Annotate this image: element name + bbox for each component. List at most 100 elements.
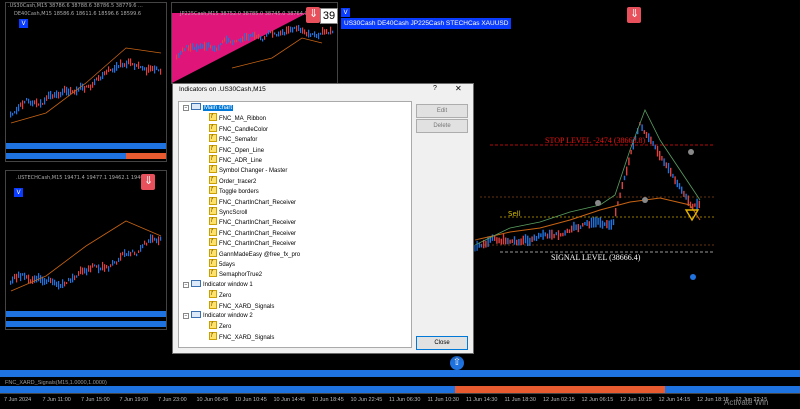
close-icon[interactable]: ✕ bbox=[455, 84, 462, 93]
mini-chart-us30-badge[interactable]: V bbox=[19, 19, 28, 28]
indicator-function-icon bbox=[209, 237, 217, 247]
tree-indicator-item[interactable]: FNC_ChartInChart_Receiver bbox=[209, 237, 296, 248]
candle bbox=[612, 219, 615, 226]
tree-indicator-item[interactable]: Toggle borders bbox=[209, 185, 259, 196]
mini-candle bbox=[122, 251, 124, 256]
mini-candle bbox=[40, 275, 42, 284]
mini-candle bbox=[84, 86, 86, 93]
tree-window-0[interactable]: − Main chart bbox=[183, 103, 234, 113]
tree-indicator-item[interactable]: FNC_MA_Ribbon bbox=[209, 112, 266, 123]
indicator-function-icon bbox=[209, 154, 217, 164]
tree-indicator-item[interactable]: FNC_ChartInChart_Receiver bbox=[209, 196, 296, 207]
mini-candle bbox=[270, 30, 272, 34]
mini-candle bbox=[16, 106, 18, 115]
mini-candle bbox=[134, 251, 136, 256]
mini-candle bbox=[90, 265, 92, 273]
mini-candle bbox=[138, 250, 140, 253]
mini-candle bbox=[312, 33, 314, 36]
time-axis: 7 Jun 2024 7 Jun 11:00 7 Jun 15:00 7 Jun 19… bbox=[0, 393, 800, 409]
symbol-changer[interactable]: US30Cash DE40Cash JP225Cash STECHCas XAU… bbox=[341, 18, 512, 29]
tree-indicator-item[interactable]: FNC_ChartInChart_Receiver bbox=[209, 227, 296, 238]
indicator-function-icon bbox=[209, 320, 217, 330]
scroll-up-icon[interactable]: ⇧ bbox=[450, 356, 464, 370]
mini-candle bbox=[240, 37, 242, 43]
mini-candle bbox=[206, 42, 208, 51]
tree-indicator-label: FNC_XARD_Signals bbox=[219, 334, 275, 341]
help-button[interactable]: ? bbox=[433, 85, 437, 92]
collapse-icon[interactable]: − bbox=[183, 281, 189, 288]
tree-indicator-item[interactable]: Symbol Changer - Master bbox=[209, 164, 287, 175]
mini-candle bbox=[106, 69, 108, 75]
candle bbox=[694, 203, 696, 207]
main-chart-badge[interactable]: V bbox=[341, 8, 350, 17]
edit-button[interactable]: Edit bbox=[416, 104, 468, 118]
tree-indicator-item[interactable]: GannMadeEasy @free_fx_pro bbox=[209, 248, 300, 259]
mini-candle bbox=[230, 40, 232, 44]
tree-window-2[interactable]: − Indicator window 2 bbox=[183, 311, 253, 321]
collapse-icon[interactable]: − bbox=[183, 105, 189, 111]
tree-indicator-item[interactable]: FNC_Semafor bbox=[209, 133, 257, 144]
candle bbox=[551, 229, 553, 240]
time-axis-label: 12 Jun 02:15 bbox=[543, 397, 575, 403]
symbol-xauusd[interactable]: XAUUSD bbox=[481, 20, 508, 27]
mini-candle bbox=[146, 242, 148, 246]
mini-candle bbox=[120, 252, 122, 261]
signal-text: Sell bbox=[508, 210, 521, 218]
candle bbox=[527, 235, 529, 247]
mini-candle bbox=[196, 43, 198, 52]
tree-indicator-item[interactable]: FNC_Open_Line bbox=[209, 144, 264, 155]
time-axis-label: 10 Jun 14:45 bbox=[273, 397, 306, 403]
mini-chart-ustech[interactable]: V bbox=[5, 170, 167, 330]
semafor-dot-3 bbox=[642, 197, 648, 203]
mini-candle bbox=[46, 279, 48, 285]
tree-indicator-item[interactable]: SyncScroll bbox=[209, 206, 247, 217]
indicator-function-icon bbox=[209, 216, 217, 226]
mini-candle bbox=[328, 31, 330, 35]
mini-candle bbox=[44, 97, 46, 105]
mini-candle bbox=[266, 33, 268, 37]
symbol-us30[interactable]: US30Cash bbox=[344, 20, 375, 27]
time-axis-label: 7 Jun 15:00 bbox=[81, 397, 110, 403]
candle bbox=[626, 166, 628, 176]
mini-candle bbox=[140, 244, 142, 252]
mini-candle bbox=[94, 264, 96, 267]
mini-chart-ustech-badge[interactable]: V bbox=[14, 188, 23, 197]
mini-candle bbox=[184, 47, 186, 52]
mini-candle bbox=[110, 68, 112, 72]
tree-indicator-item[interactable]: Order_tracer2 bbox=[209, 175, 256, 186]
candle bbox=[516, 239, 518, 246]
mini-candle bbox=[18, 104, 20, 112]
tree-indicator-item[interactable]: FNC_CandleColor bbox=[209, 123, 268, 134]
mini-candle bbox=[100, 267, 102, 271]
symbol-ustech[interactable]: STECHCas bbox=[446, 20, 480, 27]
mini-candle bbox=[318, 32, 320, 40]
delete-button[interactable]: Delete bbox=[416, 119, 468, 133]
candle bbox=[604, 222, 606, 226]
collapse-icon[interactable]: − bbox=[183, 313, 189, 319]
symbol-jp225[interactable]: JP225Cash bbox=[411, 20, 445, 27]
indicators-dialog: Indicators on .US30Cash,M15 ? ✕ − Main ch… bbox=[172, 83, 474, 354]
tree-indicator-item[interactable]: SemaphorTrue2 bbox=[209, 268, 262, 279]
close-button[interactable]: Close bbox=[416, 336, 468, 350]
tree-indicator-item[interactable]: 5days bbox=[209, 258, 235, 269]
tree-indicator-item[interactable]: FNC_XARD_Signals bbox=[209, 331, 275, 342]
time-axis-label: 11 Jun 14:30 bbox=[466, 397, 498, 403]
mini-candle bbox=[28, 274, 30, 284]
tree-indicator-item[interactable]: FNC_ADR_Line bbox=[209, 154, 262, 165]
mini-candle bbox=[112, 260, 114, 266]
candle bbox=[648, 133, 650, 143]
indicator-tree[interactable]: − Main chart FNC_MA_Ribbon FNC_CandleColor F… bbox=[178, 101, 412, 348]
tree-window-1[interactable]: − Indicator window 1 bbox=[183, 279, 253, 290]
time-axis-label: 10 Jun 22:45 bbox=[350, 397, 383, 403]
candle bbox=[579, 225, 582, 229]
semafor-dot-1 bbox=[688, 149, 694, 155]
mini-candle bbox=[300, 27, 302, 33]
symbol-de40[interactable]: DE40Cash bbox=[377, 20, 408, 27]
candle bbox=[641, 124, 643, 132]
tree-indicator-item[interactable]: FNC_XARD_Signals bbox=[209, 300, 274, 311]
mini-chart-jp225-title: JP225Cash,M15 38752.0 38785.0 38745.0 38… bbox=[180, 11, 308, 17]
mini-chart-ustech-title: .USTECHCash,M15 19471.4 19477.1 19462.1 … bbox=[16, 175, 152, 181]
mini-chart-us30[interactable]: V bbox=[5, 2, 167, 162]
time-axis-label: 7 Jun 2024 bbox=[4, 397, 32, 403]
tree-indicator-item[interactable]: FNC_ChartInChart_Receiver bbox=[209, 216, 296, 227]
